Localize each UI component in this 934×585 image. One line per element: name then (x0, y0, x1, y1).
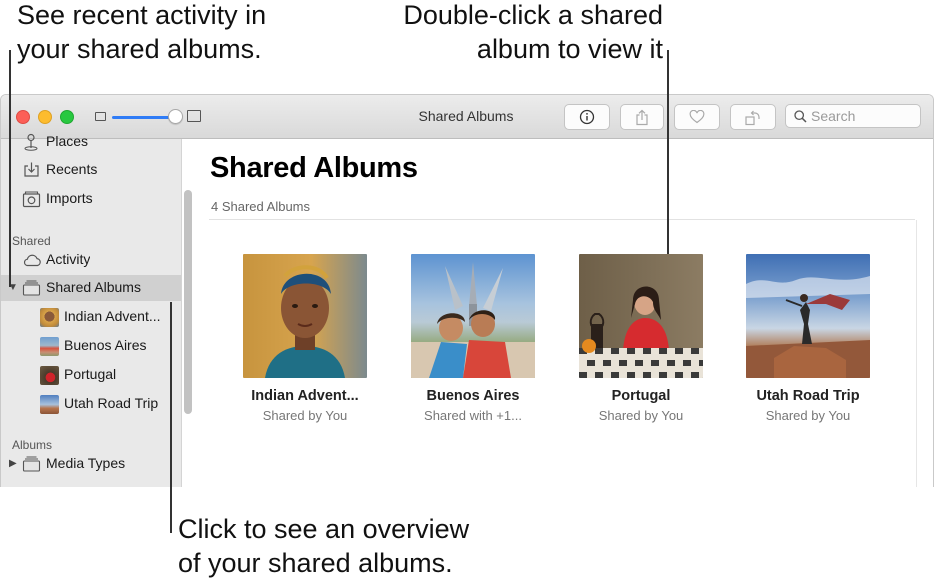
callout-activity-line2: your shared albums. (17, 34, 262, 64)
imports-icon (22, 190, 41, 208)
leader-line-overview (170, 302, 172, 533)
album-shared-by: Shared with +1... (424, 408, 522, 423)
slider-knob[interactable] (168, 109, 183, 124)
album-name: Buenos Aires (426, 388, 520, 404)
album-shared-by: Shared by You (262, 408, 348, 423)
sidebar-item-label: Recents (46, 161, 98, 177)
sidebar-item-activity[interactable]: Activity (1, 247, 181, 273)
search-field[interactable] (785, 104, 921, 128)
album-stack-icon (22, 279, 41, 296)
album-name: Portugal (611, 388, 671, 404)
sidebar: Places Recents Imports Shared Activity ▼ (1, 133, 182, 487)
divider (209, 219, 915, 220)
album-card-indian-adventure[interactable]: Indian Advent... Shared by You (215, 254, 395, 423)
page-title: Shared Albums (210, 152, 418, 184)
search-icon (794, 110, 807, 123)
sidebar-item-label: Shared Albums (46, 279, 141, 295)
info-button[interactable] (564, 104, 610, 130)
callout-double-click-line1: Double-click a shared (403, 0, 663, 30)
favorite-button[interactable] (674, 104, 720, 130)
sidebar-item-shared-albums[interactable]: ▼ Shared Albums (1, 275, 181, 301)
sidebar-item-label: Portugal (64, 366, 117, 382)
sidebar-item-label: Indian Advent... (64, 308, 161, 324)
rotate-button[interactable] (730, 104, 776, 130)
sidebar-item-recents[interactable]: Recents (1, 157, 181, 183)
disclosure-triangle-collapsed-icon[interactable]: ▶ (9, 458, 17, 469)
album-thumbnail (40, 395, 59, 414)
sidebar-item-label: Imports (46, 190, 93, 206)
photos-window: Shared Albums Search Places Recents Impo… (0, 94, 934, 487)
album-name: Indian Advent... (251, 388, 359, 404)
sidebar-item-label: Activity (46, 251, 91, 267)
album-card-utah-road-trip[interactable]: Utah Road Trip Shared by You (718, 254, 898, 423)
sidebar-item-indian-adventure[interactable]: Indian Advent... (1, 304, 181, 330)
callout-activity: See recent activity in your shared album… (17, 0, 266, 66)
album-cover-photo[interactable] (746, 254, 870, 378)
recents-icon (23, 161, 40, 178)
sidebar-header-shared: Shared (12, 234, 51, 248)
info-icon (579, 109, 595, 125)
album-cover-photo[interactable] (579, 254, 703, 378)
zoom-out-icon (95, 112, 106, 121)
album-shared-by: Shared by You (765, 408, 851, 423)
window-title: Shared Albums (418, 108, 514, 124)
callout-overview-line2: of your shared albums. (178, 548, 453, 578)
sidebar-item-label: Media Types (46, 455, 126, 471)
album-cover-photo[interactable] (243, 254, 367, 378)
rotate-icon (745, 110, 760, 125)
album-card-portugal[interactable]: Portugal Shared by You (551, 254, 731, 423)
close-button[interactable] (16, 110, 30, 124)
search-input[interactable] (811, 107, 916, 125)
minimize-button[interactable] (38, 110, 52, 124)
portrait-illustration (746, 276, 870, 378)
portrait-illustration (579, 286, 703, 378)
sidebar-item-utah-road-trip[interactable]: Utah Road Trip (1, 391, 181, 417)
album-thumbnail (40, 337, 59, 356)
zoom-in-icon (187, 110, 201, 122)
thumbnail-size-slider[interactable] (112, 116, 176, 119)
album-count: 4 Shared Albums (211, 199, 311, 214)
leader-line-activity (9, 50, 11, 287)
album-stack-icon (22, 455, 41, 472)
sidebar-header-albums: Albums (12, 438, 53, 452)
album-card-buenos-aires[interactable]: Buenos Aires Shared with +1... (383, 254, 563, 423)
share-button[interactable] (620, 104, 664, 130)
cloud-icon (22, 253, 42, 267)
sidebar-item-label: Places (46, 133, 89, 149)
sidebar-item-imports[interactable]: Imports (1, 186, 181, 212)
sidebar-scrollbar[interactable] (184, 190, 192, 414)
sidebar-item-label: Utah Road Trip (64, 395, 159, 411)
callout-activity-line1: See recent activity in (17, 0, 267, 30)
album-cover-photo[interactable] (411, 254, 535, 378)
main-scroll-track (916, 220, 917, 487)
album-name: Utah Road Trip (756, 388, 860, 404)
callout-double-click-line2: album to view it (476, 34, 663, 64)
zoom-window-button[interactable] (60, 110, 74, 124)
sidebar-item-places[interactable]: Places (1, 129, 181, 155)
leader-line-double-click (667, 50, 669, 254)
callout-overview-line1: Click to see an overview (178, 514, 470, 544)
share-icon (636, 109, 648, 125)
heart-icon (689, 110, 705, 124)
portrait-illustration (411, 262, 535, 378)
sidebar-item-label: Buenos Aires (64, 337, 147, 353)
pin-icon (23, 133, 39, 151)
album-thumbnail (40, 366, 59, 385)
callout-double-click: Double-click a shared album to view it (373, 0, 663, 66)
album-thumbnail (40, 308, 59, 327)
sidebar-item-media-types[interactable]: ▶ Media Types (1, 451, 181, 477)
sidebar-item-buenos-aires[interactable]: Buenos Aires (1, 333, 181, 359)
album-shared-by: Shared by You (598, 408, 684, 423)
callout-overview: Click to see an overview of your shared … (178, 512, 469, 580)
main-content: Shared Albums 4 Shared Albums Indian Adv… (197, 139, 933, 487)
sidebar-item-portugal[interactable]: Portugal (1, 362, 181, 388)
portrait-illustration (265, 265, 345, 378)
